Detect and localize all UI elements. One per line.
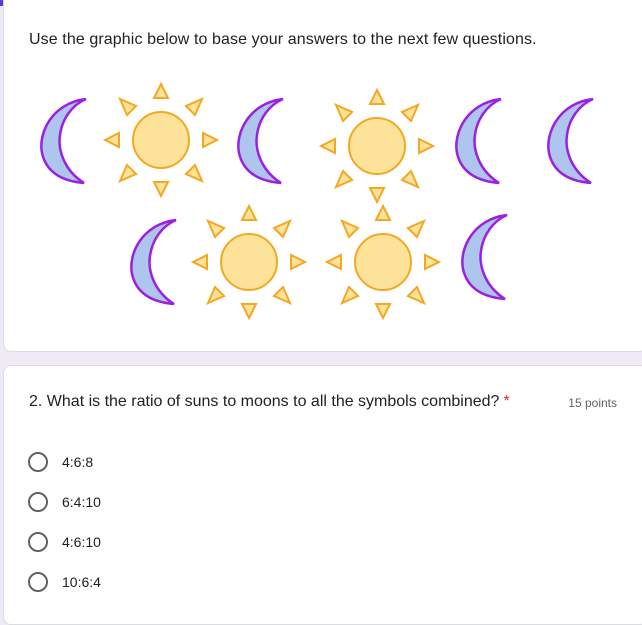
answer-options: 4:6:8 6:4:10 4:6:10 10:6:4 [28,442,101,602]
required-asterisk: * [503,393,510,410]
option-4-6-8[interactable]: 4:6:8 [28,442,101,482]
option-label: 4:6:8 [62,454,94,470]
sun-moon-graphic [40,81,595,321]
radio-button[interactable] [28,452,48,472]
radio-button[interactable] [28,492,48,512]
moon-icon [237,97,285,185]
sun-icon [324,203,442,321]
option-10-6-4[interactable]: 10:6:4 [28,562,101,602]
sun-icon [102,81,220,199]
question-title: 2. What is the ratio of suns to moons to… [29,393,510,411]
radio-button[interactable] [28,572,48,592]
sun-icon [318,87,436,205]
option-label: 4:6:10 [62,534,101,550]
option-label: 6:4:10 [62,494,101,510]
question-card: 2. What is the ratio of suns to moons to… [3,365,642,625]
sun-icon [190,203,308,321]
moon-icon [130,218,178,306]
instruction-card: Use the graphic below to base your answe… [3,0,642,352]
moon-icon [461,213,509,301]
question-text: 2. What is the ratio of suns to moons to… [29,393,500,410]
moon-icon [40,97,88,185]
radio-button[interactable] [28,532,48,552]
option-6-4-10[interactable]: 6:4:10 [28,482,101,522]
instruction-text: Use the graphic below to base your answe… [29,31,537,48]
option-4-6-10[interactable]: 4:6:10 [28,522,101,562]
moon-icon [455,97,503,185]
moon-icon [547,97,595,185]
points-label: 15 points [568,396,617,410]
option-label: 10:6:4 [62,574,101,590]
